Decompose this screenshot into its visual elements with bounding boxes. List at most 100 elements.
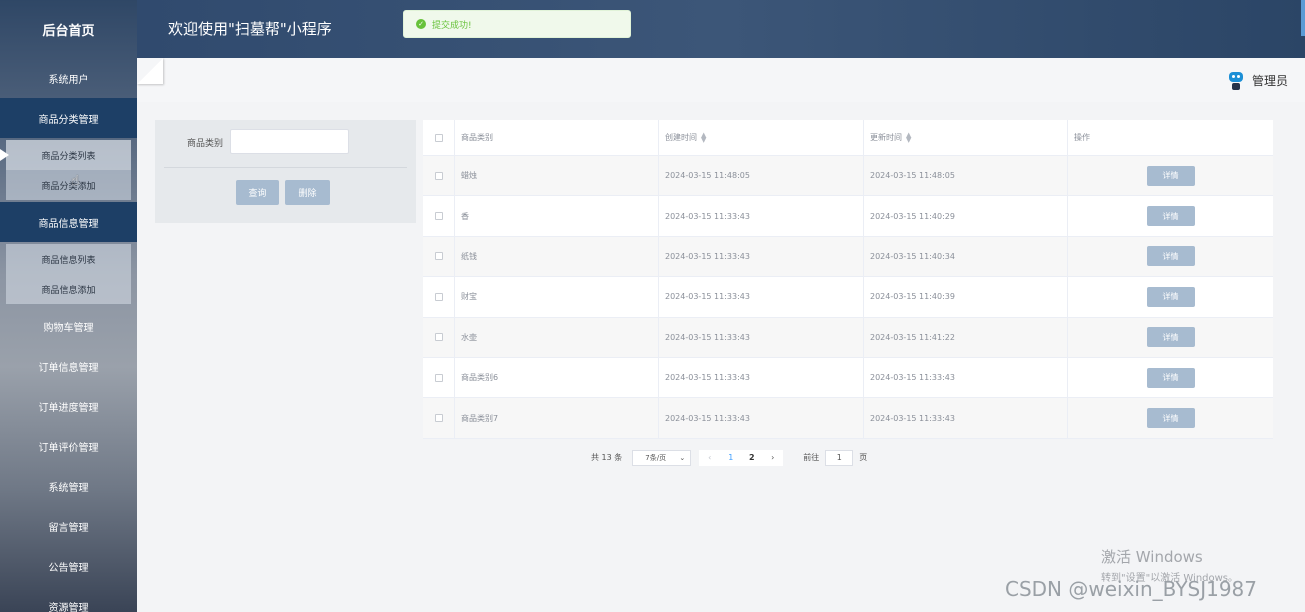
sort-icon[interactable]: ▲ ▼ (906, 131, 911, 143)
row-checkbox[interactable] (434, 292, 443, 301)
sidebar-item-system-users[interactable]: 系统用户 (0, 58, 137, 98)
cell-created: 2024-03-15 11:33:43 (659, 236, 864, 277)
sidebar-home-title[interactable]: 后台首页 (0, 0, 137, 58)
cell-updated: 2024-03-15 11:40:29 (864, 196, 1068, 236)
cell-actions: 详情 (1068, 196, 1273, 235)
row-select-cell (423, 236, 455, 277)
page-size-value: 7条/页 (645, 453, 667, 462)
detail-button[interactable]: 详情 (1146, 286, 1195, 307)
table-header-row: 商品类别 创建时间 ▲ ▼ 更新时间 ▲ ▼ 操作 (423, 120, 1273, 156)
table-row: 纸钱 2024-03-15 11:33:43 2024-03-15 11:40:34… (423, 236, 1273, 278)
sidebar-item-notices[interactable]: 公告管理 (0, 546, 137, 586)
cell-updated: 2024-03-15 11:33:43 (864, 398, 1068, 438)
delete-button[interactable]: 删除 (285, 180, 330, 205)
search-panel: 商品类别 查询 删除 (155, 120, 416, 223)
row-checkbox[interactable] (434, 252, 443, 261)
column-header-updated[interactable]: 更新时间 ▲ ▼ (864, 120, 1068, 155)
cell-category: 财宝 (455, 277, 659, 317)
cell-category: 纸钱 (455, 236, 659, 277)
sort-icon[interactable]: ▲ ▼ (701, 131, 706, 143)
cell-category: 香 (455, 196, 659, 236)
category-search-input[interactable] (230, 129, 349, 154)
sidebar-item-messages[interactable]: 留言管理 (0, 506, 137, 546)
query-button[interactable]: 查询 (236, 180, 279, 205)
detail-button[interactable]: 详情 (1146, 367, 1195, 388)
sidebar-item-goods-management[interactable]: 商品信息管理 (0, 202, 137, 242)
detail-button[interactable]: 详情 (1146, 206, 1195, 227)
sidebar-subitem-category-add[interactable]: 商品分类添加 (6, 170, 131, 200)
prev-page-button[interactable]: ‹ (699, 450, 720, 466)
row-select-cell (423, 317, 455, 357)
cell-created: 2024-03-15 11:33:43 (659, 277, 864, 317)
user-menu[interactable]: 管理员 (1228, 70, 1288, 90)
table-row: 香 2024-03-15 11:33:43 2024-03-15 11:40:29 详… (423, 196, 1273, 237)
sidebar-subitem-category-list[interactable]: 商品分类列表 (6, 140, 131, 170)
page-button-1[interactable]: 1 (720, 450, 741, 466)
table-row: 商品类别6 2024-03-15 11:33:43 2024-03-15 11:33… (423, 357, 1273, 399)
cell-actions: 详情 (1068, 237, 1273, 276)
sidebar-subitem-goods-add[interactable]: 商品信息添加 (6, 274, 131, 304)
detail-button[interactable]: 详情 (1146, 408, 1195, 429)
cell-actions: 详情 (1068, 398, 1273, 437)
select-all-checkbox[interactable] (434, 133, 443, 142)
select-all-cell (423, 120, 455, 155)
pagination: 共 13 条 7条/页 ⌄ ‹ 1 2 › 前往 1 页 (591, 449, 867, 466)
divider (164, 167, 407, 168)
cell-created: 2024-03-15 11:33:43 (659, 357, 864, 398)
page-button-2[interactable]: 2 (741, 450, 762, 466)
cell-created: 2024-03-15 11:33:43 (659, 196, 864, 236)
top-header: 欢迎使用"扫墓帮"小程序 (137, 0, 1305, 58)
goto-page-input[interactable]: 1 (825, 449, 854, 466)
column-header-created-label: 创建时间 (665, 133, 697, 142)
detail-button[interactable]: 详情 (1146, 246, 1195, 267)
cell-category: 蜡烛 (455, 156, 659, 196)
page-buttons: ‹ 1 2 › (699, 449, 784, 466)
sidebar-item-order-progress[interactable]: 订单进度管理 (0, 386, 137, 426)
table-row: 财宝 2024-03-15 11:33:43 2024-03-15 11:40:39… (423, 277, 1273, 318)
robot-avatar-icon (1228, 70, 1244, 90)
cell-created: 2024-03-15 11:33:43 (659, 398, 864, 438)
sidebar-submenu-category: 商品分类列表 商品分类添加 (0, 140, 131, 200)
row-select-cell (423, 277, 455, 317)
sidebar-item-resources[interactable]: 资源管理 (0, 586, 137, 612)
table-row: 蜡烛 2024-03-15 11:48:05 2024-03-15 11:48:05… (423, 156, 1273, 197)
sidebar-item-order-reviews[interactable]: 订单评价管理 (0, 426, 137, 466)
sidebar-subitem-goods-list[interactable]: 商品信息列表 (6, 244, 131, 274)
row-checkbox[interactable] (434, 373, 443, 382)
cell-category: 商品类别6 (455, 357, 659, 398)
user-name: 管理员 (1251, 73, 1288, 88)
cell-updated: 2024-03-15 11:33:43 (864, 357, 1068, 398)
row-checkbox[interactable] (434, 333, 443, 342)
cell-created: 2024-03-15 11:48:05 (659, 156, 864, 196)
detail-button[interactable]: 详情 (1146, 327, 1195, 348)
page-unit: 页 (859, 453, 868, 462)
row-checkbox[interactable] (434, 212, 443, 221)
sidebar-item-orders[interactable]: 订单信息管理 (0, 346, 137, 386)
table-row: 商品类别7 2024-03-15 11:33:43 2024-03-15 11:33… (423, 398, 1273, 439)
column-header-created[interactable]: 创建时间 ▲ ▼ (659, 120, 864, 155)
sidebar: 后台首页 系统用户 商品分类管理 商品分类列表 商品分类添加 商品信息管理 商品… (0, 0, 137, 612)
cell-actions: 详情 (1068, 156, 1273, 195)
page-title: 欢迎使用"扫墓帮"小程序 (168, 20, 332, 38)
total-count: 共 13 条 (591, 453, 623, 462)
cell-updated: 2024-03-15 11:40:34 (864, 236, 1068, 277)
row-checkbox[interactable] (434, 171, 443, 180)
page-size-select[interactable]: 7条/页 ⌄ (632, 449, 692, 466)
row-checkbox[interactable] (434, 414, 443, 423)
active-indicator-icon (0, 149, 9, 161)
row-select-cell (423, 357, 455, 398)
cell-actions: 详情 (1068, 358, 1273, 397)
cell-updated: 2024-03-15 11:48:05 (864, 156, 1068, 196)
detail-button[interactable]: 详情 (1146, 165, 1195, 186)
next-page-button[interactable]: › (762, 450, 783, 466)
row-select-cell (423, 156, 455, 196)
sidebar-item-category-management[interactable]: 商品分类管理 (0, 98, 137, 138)
success-toast: ✓ 提交成功! (403, 10, 631, 38)
sidebar-item-cart[interactable]: 购物车管理 (0, 306, 137, 346)
watermark-line-1: 激活 Windows (1101, 548, 1203, 566)
table-row: 水壶 2024-03-15 11:33:43 2024-03-15 11:41:22… (423, 317, 1273, 358)
sidebar-item-system[interactable]: 系统管理 (0, 466, 137, 506)
chevron-down-icon: ⌄ (679, 453, 686, 462)
cell-updated: 2024-03-15 11:41:22 (864, 317, 1068, 357)
collapse-toggle-icon[interactable] (137, 58, 163, 84)
